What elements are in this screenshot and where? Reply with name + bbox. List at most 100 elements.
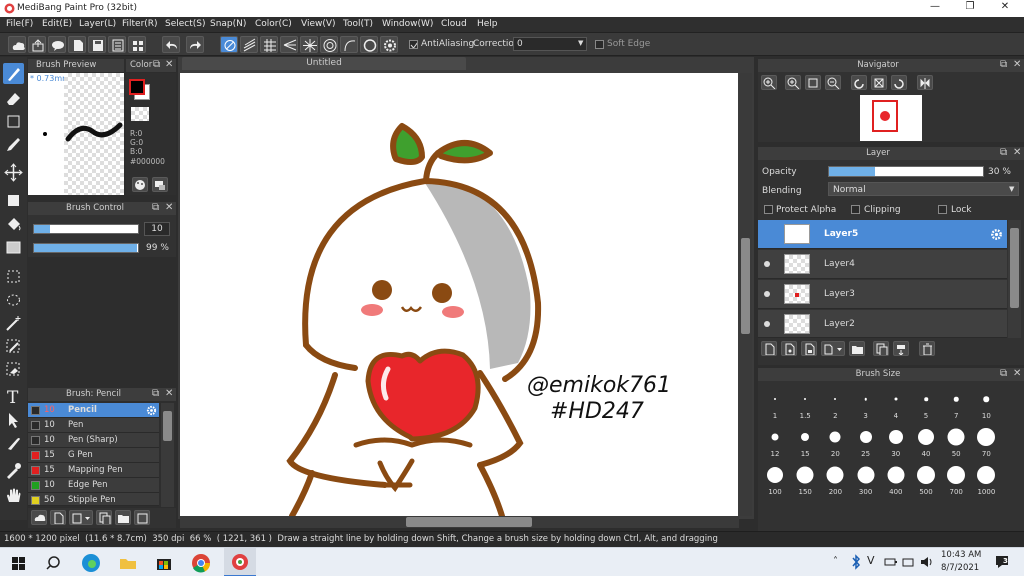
layer-row-layer5[interactable]: Layer5 [758, 220, 1007, 249]
brush-size-option-40[interactable]: 40 [911, 423, 941, 458]
menu-edit[interactable]: Edit(E) [42, 19, 72, 29]
blending-select[interactable]: Normal ▼ [828, 182, 1019, 196]
battery-icon[interactable] [884, 556, 898, 568]
new-halftone-layer-button[interactable] [781, 341, 797, 356]
delete-layer-button[interactable] [919, 341, 935, 356]
snap-off-button[interactable] [220, 36, 238, 53]
brush-size-option-150[interactable]: 150 [790, 461, 820, 496]
search-icon[interactable] [44, 552, 66, 574]
canvas-vertical-scrollbar[interactable] [739, 73, 752, 516]
vanishing-snap-button[interactable] [280, 36, 298, 53]
redo-button[interactable] [186, 36, 204, 53]
popout-icon[interactable]: ⧉ [1000, 147, 1007, 158]
duplicate-brush-button[interactable] [96, 510, 112, 525]
brush-opacity-slider[interactable] [33, 243, 139, 253]
layer-row-layer4[interactable]: Layer4 [758, 250, 1007, 279]
tray-chevron-up-icon[interactable]: ˄ [833, 556, 838, 567]
brush-item-mapping-pen[interactable]: 15 Mapping Pen [28, 463, 159, 478]
close-icon[interactable]: ✕ [165, 388, 173, 399]
edge-browser-icon[interactable] [80, 552, 102, 574]
gradient-tool[interactable] [3, 237, 24, 258]
fill-tool[interactable] [3, 214, 24, 235]
gear-icon[interactable] [146, 405, 157, 416]
brush-size-option-100[interactable]: 100 [760, 461, 790, 496]
comment-button[interactable] [48, 36, 66, 53]
close-icon[interactable]: ✕ [165, 59, 173, 70]
gear-icon[interactable] [990, 228, 1003, 241]
antialiasing-checkbox[interactable] [409, 40, 418, 49]
upload-button[interactable] [28, 36, 46, 53]
layer-list-scrollbar[interactable] [1008, 220, 1021, 338]
hand-tool[interactable] [3, 485, 24, 506]
blur-tool[interactable] [3, 433, 24, 454]
popout-icon[interactable]: ⧉ [153, 59, 160, 70]
menu-help[interactable]: Help [477, 19, 498, 29]
add-layer-menu-button[interactable] [821, 341, 845, 356]
save-button[interactable] [88, 36, 106, 53]
brush-size-option-1[interactable]: 1 [760, 385, 790, 420]
clock-time[interactable]: 10:43 AM [941, 550, 981, 560]
rotate-left-button[interactable] [851, 75, 867, 90]
brush-size-option-4[interactable]: 4 [881, 385, 911, 420]
brush-size-option-1000[interactable]: 1000 [971, 461, 1001, 496]
chrome-icon[interactable] [190, 552, 212, 574]
clipping-checkbox[interactable] [851, 205, 860, 214]
circle-snap-button[interactable] [360, 36, 378, 53]
maximize-button[interactable]: ❐ [955, 1, 985, 12]
menu-color[interactable]: Color(C) [255, 19, 292, 29]
brush-size-option-25[interactable]: 25 [851, 423, 881, 458]
document-tab[interactable]: Untitled [182, 57, 466, 70]
undo-button[interactable] [162, 36, 180, 53]
radial-snap-button[interactable] [300, 36, 318, 53]
add-brush-button[interactable] [50, 510, 66, 525]
snap-settings-button[interactable] [380, 36, 398, 53]
brush-item-stipple-pen[interactable]: 50 Stipple Pen [28, 493, 159, 506]
transparent-color-swatch[interactable] [131, 107, 149, 121]
canvas-horizontal-scrollbar[interactable] [180, 516, 739, 528]
close-icon[interactable]: ✕ [165, 202, 173, 213]
soft-edge-checkbox[interactable] [595, 40, 604, 49]
menu-snap[interactable]: Snap(N) [210, 19, 246, 29]
scrollbar-thumb[interactable] [163, 411, 172, 441]
brush-size-option-300[interactable]: 300 [851, 461, 881, 496]
close-icon[interactable]: ✕ [1013, 368, 1021, 379]
brush-size-option-15[interactable]: 15 [790, 423, 820, 458]
popout-icon[interactable]: ⧉ [1000, 368, 1007, 379]
new-1bit-layer-button[interactable] [801, 341, 817, 356]
horizontal-scrollbar-thumb[interactable] [406, 517, 532, 527]
select-eraser-tool[interactable] [3, 359, 24, 380]
vpn-icon[interactable]: V [867, 554, 875, 567]
brush-size-option-400[interactable]: 400 [881, 461, 911, 496]
brush-item-g-pen[interactable]: 15 G Pen [28, 448, 159, 463]
brush-size-option-10[interactable]: 10 [971, 385, 1001, 420]
menu-file[interactable]: File(F) [6, 19, 33, 29]
drawing-canvas[interactable]: @emikok761 #HD247 [180, 73, 738, 516]
select-pen-tool[interactable] [3, 336, 24, 357]
network-icon[interactable] [901, 555, 915, 569]
duplicate-layer-button[interactable] [873, 341, 889, 356]
curve-snap-button[interactable] [340, 36, 358, 53]
new-layer-button[interactable] [761, 341, 777, 356]
popout-icon[interactable]: ⧉ [152, 388, 159, 399]
visibility-icon[interactable] [764, 261, 770, 267]
protect-alpha-checkbox[interactable] [764, 205, 773, 214]
brush-size-slider[interactable] [33, 224, 139, 234]
eraser-tool[interactable] [3, 88, 24, 109]
brush-tool[interactable] [3, 63, 24, 84]
vertical-scrollbar-thumb[interactable] [741, 238, 750, 334]
zoom-in-alt-button[interactable] [785, 75, 801, 90]
list-button[interactable] [108, 36, 126, 53]
new-file-button[interactable] [68, 36, 86, 53]
layer-row-layer2[interactable]: Layer2 [758, 310, 1007, 338]
brush-item-edge-pen[interactable]: 10 Edge Pen [28, 478, 159, 493]
brush-list-scrollbar[interactable] [161, 403, 174, 507]
brush-cloud-button[interactable] [31, 510, 47, 525]
foreground-color-swatch[interactable] [129, 79, 145, 95]
reset-rotation-button[interactable] [871, 75, 887, 90]
menu-layer[interactable]: Layer(L) [79, 19, 116, 29]
eyedropper-tool[interactable] [3, 460, 24, 481]
brush-item-pen-sharp[interactable]: 10 Pen (Sharp) [28, 433, 159, 448]
minimize-button[interactable]: — [920, 1, 950, 12]
menu-view[interactable]: View(V) [301, 19, 336, 29]
visibility-icon[interactable] [764, 231, 770, 237]
